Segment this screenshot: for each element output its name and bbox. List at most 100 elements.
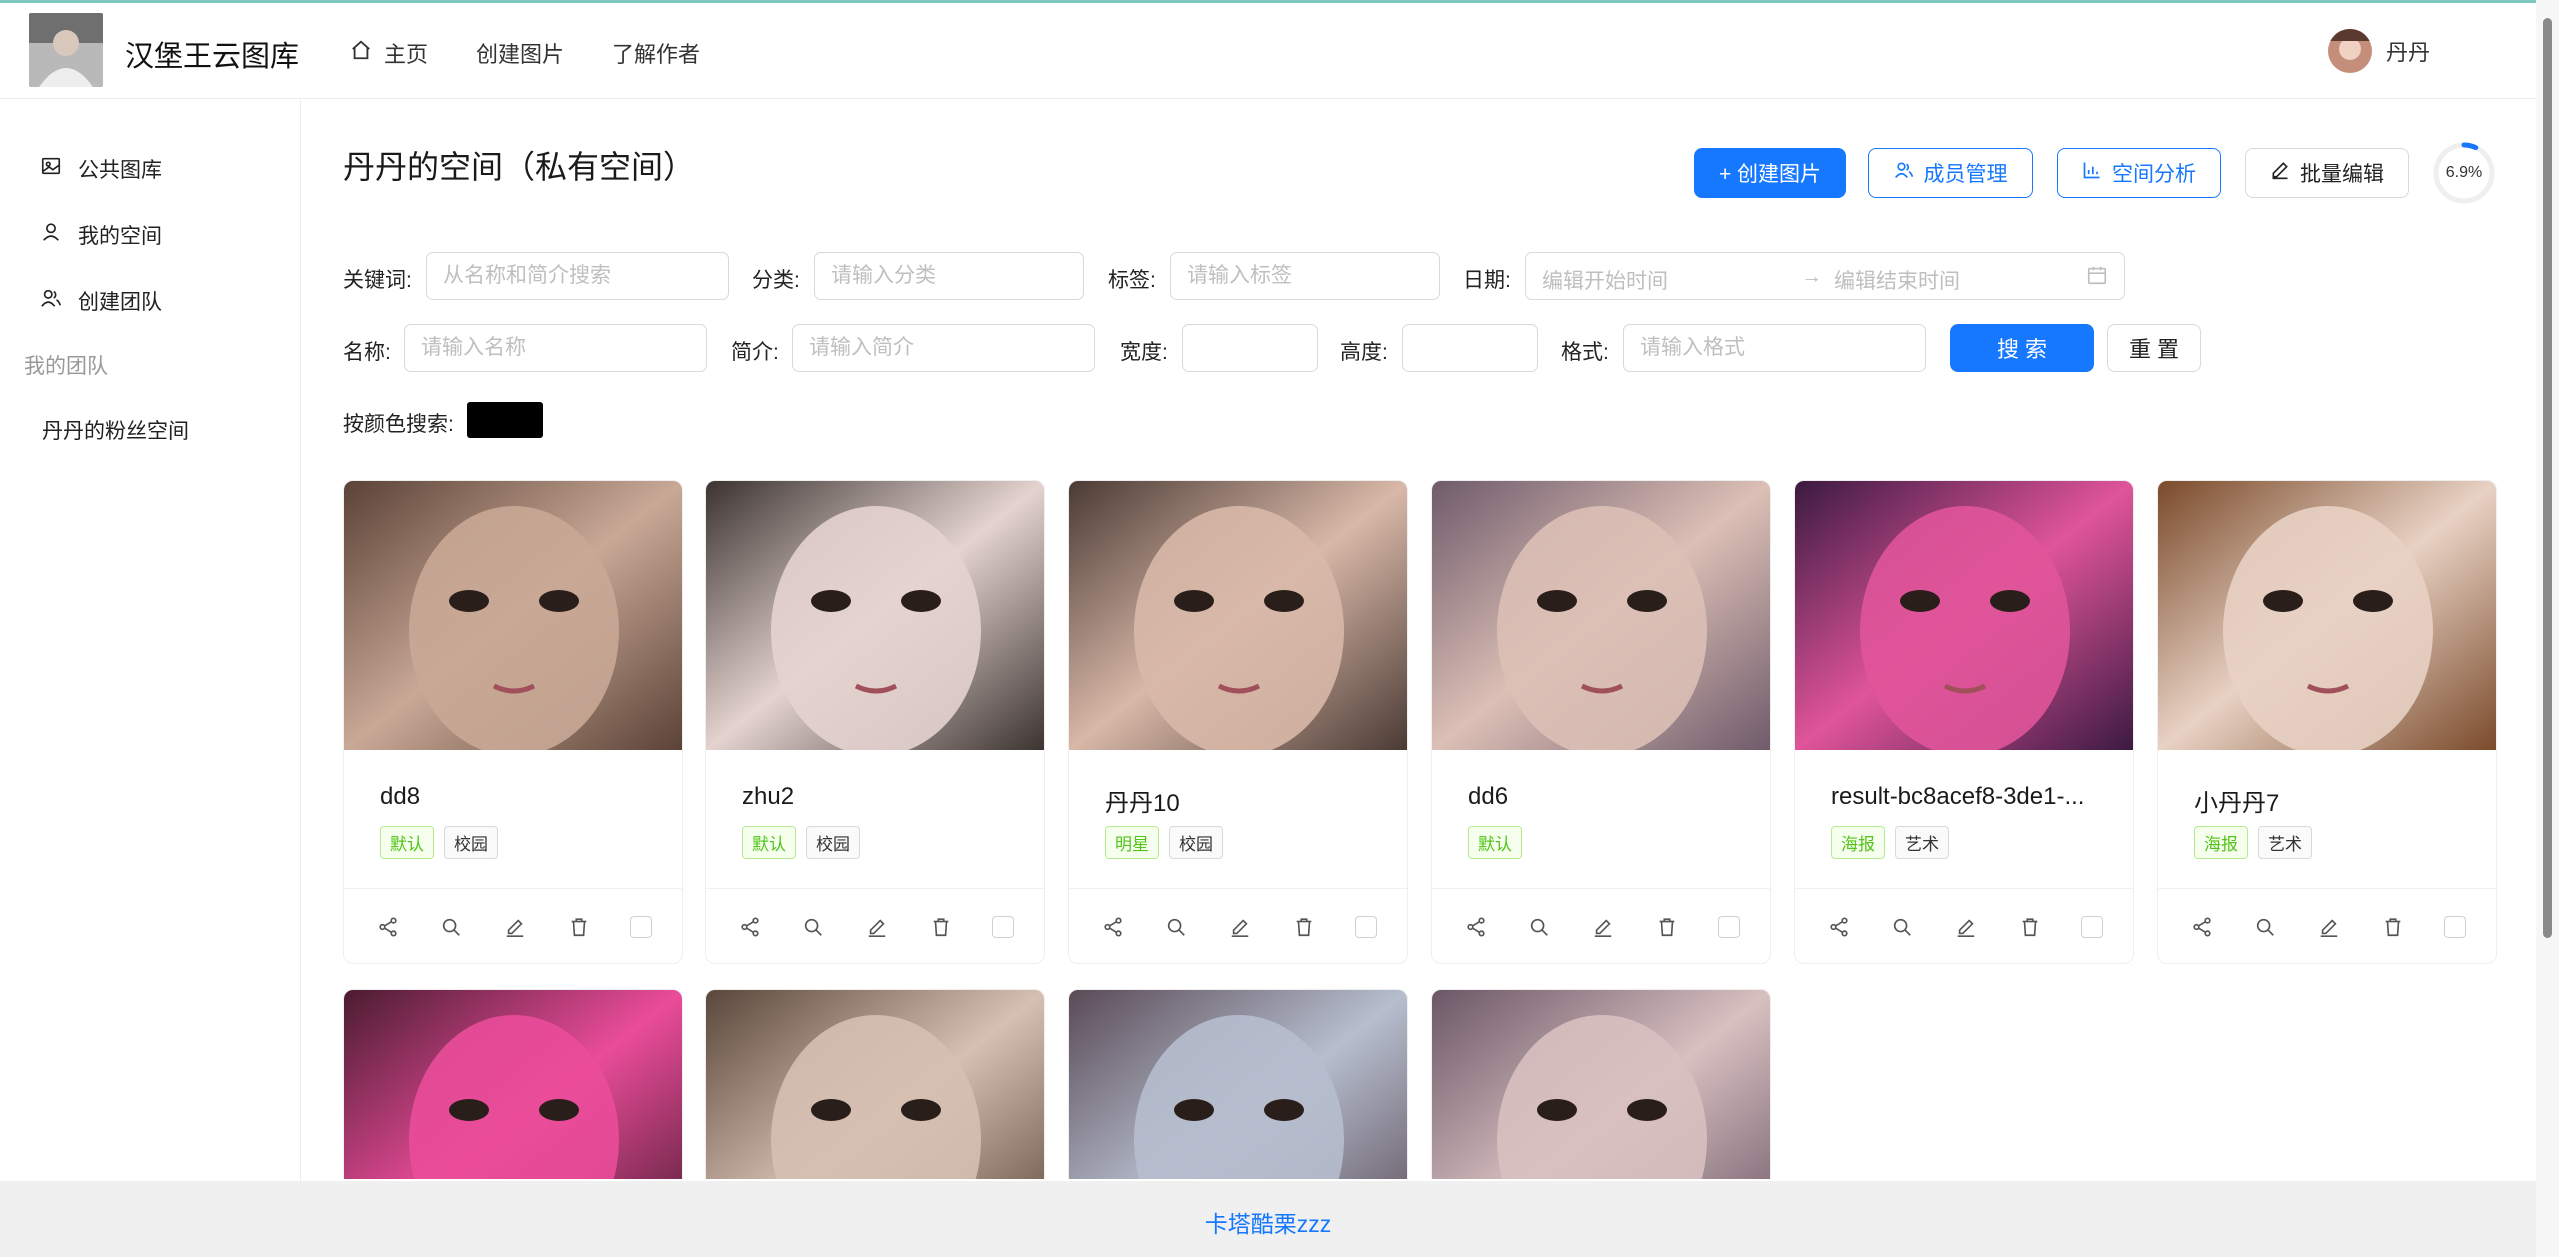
- member-management-button[interactable]: 成员管理: [1868, 148, 2033, 198]
- sidebar-item-create-team[interactable]: 创建团队: [40, 286, 162, 316]
- footer-author-link[interactable]: 卡塔酷栗zzz: [1205, 1205, 1332, 1239]
- picture-card[interactable]: [343, 989, 683, 1179]
- delete-icon[interactable]: [1292, 915, 1316, 939]
- picture-thumbnail[interactable]: [1795, 481, 2133, 750]
- site-title[interactable]: 汉堡王云图库: [125, 33, 299, 75]
- date-end-placeholder[interactable]: 编辑结束时间: [1834, 265, 1960, 295]
- format-input[interactable]: [1623, 324, 1926, 372]
- reset-button[interactable]: 重 置: [2107, 324, 2201, 372]
- picture-card[interactable]: zhu2 默认 校园: [705, 480, 1045, 964]
- user-menu[interactable]: 丹丹: [2328, 29, 2430, 73]
- picture-card[interactable]: [705, 989, 1045, 1179]
- search-icon[interactable]: [1527, 915, 1551, 939]
- share-icon[interactable]: [1464, 915, 1488, 939]
- select-checkbox[interactable]: [992, 916, 1015, 938]
- nav-create-picture[interactable]: 创建图片: [476, 37, 564, 69]
- picture-thumbnail[interactable]: [706, 990, 1044, 1179]
- search-icon[interactable]: [1164, 915, 1188, 939]
- share-icon[interactable]: [738, 915, 762, 939]
- delete-icon[interactable]: [2381, 915, 2405, 939]
- picture-card[interactable]: 丹丹10 明星 校园: [1068, 480, 1408, 964]
- picture-tags: 默认 校园: [380, 826, 498, 859]
- category-tag: 默认: [742, 826, 796, 859]
- picture-card[interactable]: [1068, 989, 1408, 1179]
- picture-name: 小丹丹7: [2194, 790, 2280, 817]
- picture-thumbnail[interactable]: [1069, 481, 1407, 750]
- search-button[interactable]: 搜 索: [1950, 324, 2094, 372]
- sidebar-item-public-gallery[interactable]: 公共图库: [40, 154, 162, 184]
- delete-icon[interactable]: [2018, 915, 2042, 939]
- site-logo[interactable]: [29, 13, 103, 87]
- select-checkbox[interactable]: [1355, 916, 1378, 938]
- nav-about-author[interactable]: 了解作者: [612, 37, 700, 69]
- picture-card[interactable]: dd8 默认 校园: [343, 480, 683, 964]
- nav-about-label: 了解作者: [612, 42, 701, 67]
- edit-icon[interactable]: [503, 915, 527, 939]
- scrollbar-thumb[interactable]: [2543, 18, 2552, 938]
- page-title: 丹丹的空间（私有空间）: [343, 149, 696, 185]
- picture-thumbnail[interactable]: [706, 481, 1044, 750]
- reset-button-label: 重 置: [2128, 337, 2180, 362]
- picture-card[interactable]: [1431, 989, 1771, 1179]
- height-input[interactable]: [1402, 324, 1538, 372]
- share-icon[interactable]: [376, 915, 400, 939]
- select-checkbox[interactable]: [1718, 916, 1741, 938]
- picture-thumbnail[interactable]: [1432, 481, 1770, 750]
- share-icon[interactable]: [2190, 915, 2214, 939]
- search-icon[interactable]: [801, 915, 825, 939]
- date-start-placeholder[interactable]: 编辑开始时间: [1542, 265, 1668, 295]
- share-icon[interactable]: [1827, 915, 1851, 939]
- picture-name: 丹丹10: [1105, 790, 1180, 817]
- category-input[interactable]: [814, 252, 1084, 300]
- select-checkbox[interactable]: [630, 916, 653, 938]
- card-actions: [1069, 888, 1407, 963]
- space-analysis-label: 空间分析: [2112, 163, 2196, 186]
- intro-input[interactable]: [792, 324, 1095, 372]
- picture-thumbnail[interactable]: [2158, 481, 2496, 750]
- keyword-label: 关键词:: [343, 269, 412, 292]
- user-icon: [40, 221, 62, 249]
- picture-card[interactable]: result-bc8acef8-3de1-... 海报 艺术: [1794, 480, 2134, 964]
- color-picker[interactable]: [467, 402, 543, 438]
- width-input[interactable]: [1182, 324, 1318, 372]
- batch-edit-button[interactable]: 批量编辑: [2245, 148, 2409, 198]
- team-icon: [40, 287, 62, 315]
- label-tag: 艺术: [1895, 826, 1949, 859]
- search-icon[interactable]: [1890, 915, 1914, 939]
- edit-icon[interactable]: [1954, 915, 1978, 939]
- edit-icon[interactable]: [1591, 915, 1615, 939]
- nav-home-label: 主页: [384, 42, 429, 67]
- picture-card[interactable]: 小丹丹7 海报 艺术: [2157, 480, 2497, 964]
- picture-thumbnail[interactable]: [1432, 990, 1770, 1179]
- space-analysis-button[interactable]: 空间分析: [2057, 148, 2221, 198]
- name-input[interactable]: [404, 324, 707, 372]
- picture-card[interactable]: dd6 默认: [1431, 480, 1771, 964]
- search-icon[interactable]: [2253, 915, 2277, 939]
- keyword-input[interactable]: [426, 252, 729, 300]
- edit-icon[interactable]: [865, 915, 889, 939]
- picture-thumbnail[interactable]: [344, 990, 682, 1179]
- delete-icon[interactable]: [567, 915, 591, 939]
- delete-icon[interactable]: [1655, 915, 1679, 939]
- edit-icon[interactable]: [1228, 915, 1252, 939]
- scrollbar[interactable]: [2536, 0, 2559, 1257]
- card-actions: [344, 888, 682, 963]
- nav-home[interactable]: 主页: [350, 37, 428, 69]
- select-checkbox[interactable]: [2444, 916, 2467, 938]
- picture-thumbnail[interactable]: [1069, 990, 1407, 1179]
- date-range-picker[interactable]: 编辑开始时间 → 编辑结束时间: [1525, 252, 2125, 300]
- delete-icon[interactable]: [929, 915, 953, 939]
- category-tag: 海报: [2194, 826, 2248, 859]
- select-checkbox[interactable]: [2081, 916, 2104, 938]
- color-search-label: 按颜色搜索:: [343, 413, 454, 436]
- sidebar-item-fan-space[interactable]: 丹丹的粉丝空间: [42, 415, 189, 445]
- tag-input[interactable]: [1170, 252, 1440, 300]
- picture-thumbnail[interactable]: [344, 481, 682, 750]
- space-usage-progress: 6.9%: [2432, 141, 2496, 205]
- create-picture-button[interactable]: + 创建图片: [1694, 148, 1846, 198]
- search-icon[interactable]: [439, 915, 463, 939]
- sidebar-item-my-space[interactable]: 我的空间: [40, 220, 162, 250]
- member-management-label: 成员管理: [1923, 163, 2008, 186]
- share-icon[interactable]: [1101, 915, 1125, 939]
- edit-icon[interactable]: [2317, 915, 2341, 939]
